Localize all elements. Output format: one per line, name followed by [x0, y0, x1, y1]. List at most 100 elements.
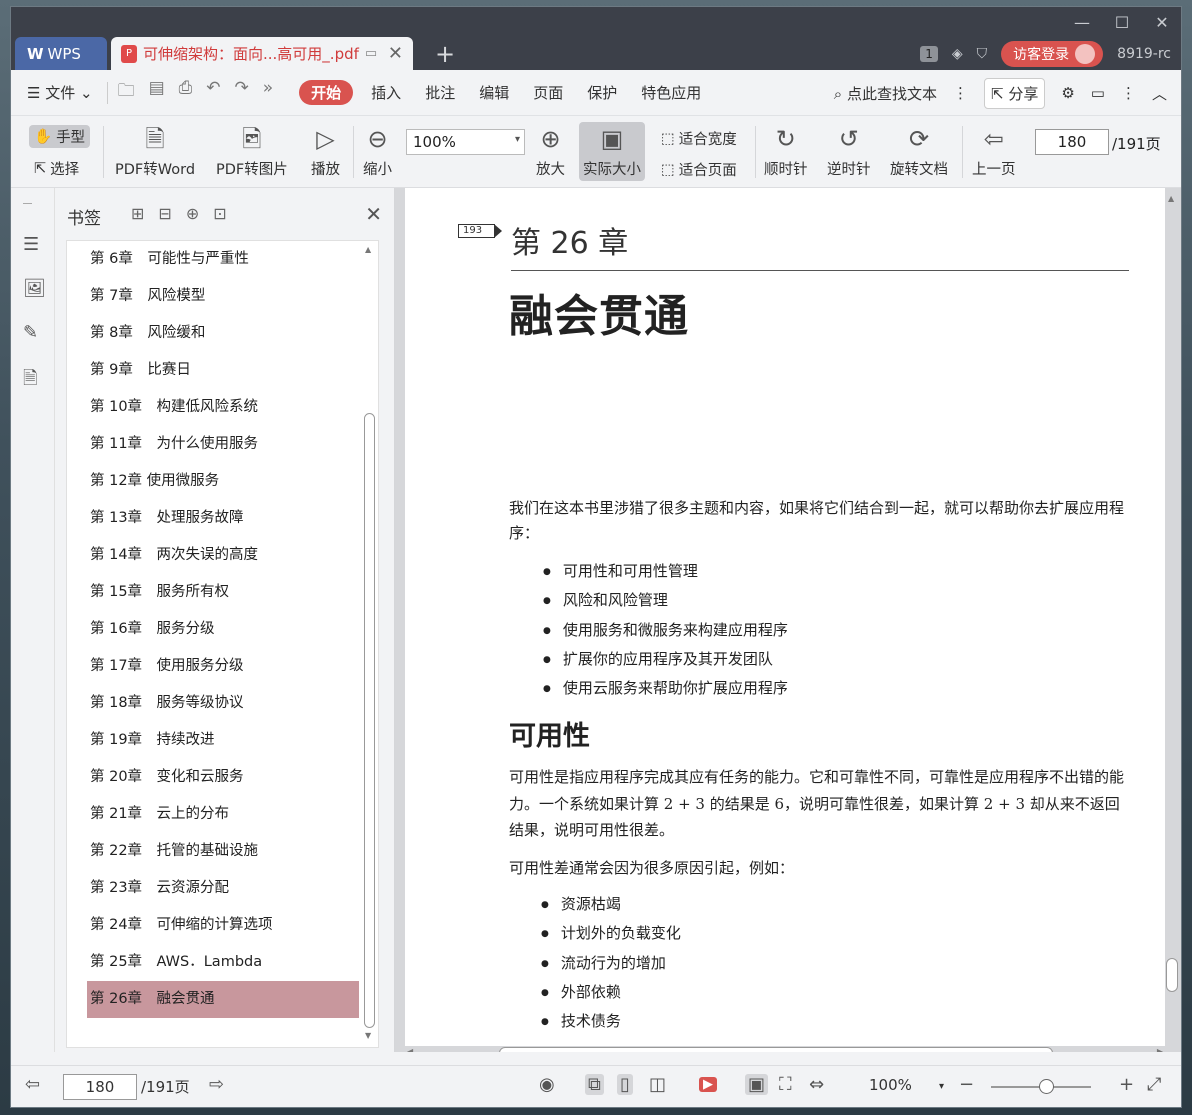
- tab-insert[interactable]: 插入: [371, 82, 401, 103]
- bookmark-scrollbar[interactable]: ▲ ▼: [362, 243, 376, 1043]
- status-zoom-value[interactable]: 100%: [869, 1076, 912, 1094]
- file-menu[interactable]: ☰ 文件 ⌄: [27, 82, 93, 103]
- zoom-out-button[interactable]: ⊖ 缩小: [363, 124, 392, 179]
- collapse-icon[interactable]: ︿: [1152, 83, 1167, 104]
- skin-icon[interactable]: ◈: [952, 46, 963, 62]
- tab-wps-home[interactable]: W WPS: [15, 37, 107, 70]
- pdf-image-panel-icon[interactable]: 🗎: [23, 366, 37, 396]
- bookmark-item[interactable]: 第 9章 比赛日: [67, 352, 378, 389]
- fit-page-button[interactable]: ⬚ 适合页面: [661, 159, 737, 180]
- bookmark-item[interactable]: 第 25章 AWS．Lambda: [67, 944, 378, 981]
- document-vscroll-thumb[interactable]: [1166, 958, 1178, 992]
- clockwise-button[interactable]: ↻ 顺时针: [764, 124, 808, 179]
- comment-icon[interactable]: ▭: [1091, 84, 1105, 102]
- fullscreen-icon[interactable]: ⤢: [1147, 1074, 1161, 1095]
- actual-size-button[interactable]: ▣ 实际大小: [579, 122, 645, 181]
- continuous-view-icon[interactable]: ⧉: [585, 1074, 604, 1095]
- bookmark-item[interactable]: 第 14章 两次失误的高度: [67, 537, 378, 574]
- doc-scroll-right-icon[interactable]: ▶: [1157, 1047, 1163, 1052]
- bookmark-item[interactable]: 第 16章 服务分级: [67, 611, 378, 648]
- open-folder-icon[interactable]: 🗀: [118, 78, 135, 107]
- bookmark-item[interactable]: 第 17章 使用服务分级: [67, 648, 378, 685]
- tab-edit[interactable]: 编辑: [479, 82, 509, 103]
- print-icon[interactable]: ⎙: [179, 78, 193, 107]
- doc-scroll-left-icon[interactable]: ◀: [407, 1047, 413, 1052]
- minimize-button[interactable]: —: [1073, 13, 1091, 32]
- collapse-all-icon[interactable]: ⊟: [158, 204, 171, 223]
- close-panel-icon[interactable]: ✕: [365, 202, 382, 226]
- zoom-slider[interactable]: [991, 1079, 1091, 1094]
- next-page-status-icon[interactable]: ⇨: [209, 1074, 224, 1095]
- bookmark-item[interactable]: 第 20章 变化和云服务: [67, 759, 378, 796]
- bookmark-item[interactable]: 第 15章 服务所有权: [67, 574, 378, 611]
- login-button[interactable]: 访客登录: [1001, 41, 1104, 67]
- tab-document[interactable]: P 可伸缩架构：面向...高可用_.pdf ▭ ✕: [111, 37, 413, 70]
- bookmark-item[interactable]: 第 18章 服务等级协议: [67, 685, 378, 722]
- bookmark-item-selected[interactable]: 第 26章 融会贯通: [87, 981, 359, 1018]
- pdf-to-image-button[interactable]: 🖻 PDF转图片: [216, 124, 288, 179]
- doc-scroll-up-icon[interactable]: ▲: [1168, 194, 1174, 203]
- tab-page[interactable]: 页面: [533, 82, 563, 103]
- settings-icon[interactable]: ⚙: [1061, 84, 1074, 102]
- hand-tool-button[interactable]: ✋ 手型: [29, 125, 91, 148]
- single-page-icon[interactable]: ▯: [617, 1074, 633, 1095]
- select-tool-button[interactable]: ⇱ 选择: [34, 158, 79, 179]
- pdf-to-word-button[interactable]: 🗎 PDF转Word: [115, 124, 195, 179]
- bookmark-item[interactable]: 第 6章 可能性与严重性: [67, 241, 378, 278]
- status-page-input[interactable]: 180: [63, 1074, 137, 1100]
- bookmark-item[interactable]: 第 13章 处理服务故障: [67, 500, 378, 537]
- bookmark-icon[interactable]: ⊡: [213, 204, 226, 223]
- bookmark-scroll-thumb[interactable]: [364, 413, 375, 1028]
- prev-page-button[interactable]: ⇦ 上一页: [972, 124, 1016, 179]
- rotate-doc-button[interactable]: ⟳ 旋转文档: [890, 124, 948, 179]
- kebab-icon[interactable]: ⋮: [953, 84, 968, 102]
- zoom-dropdown-icon[interactable]: ▾: [939, 1081, 944, 1092]
- new-tab-button[interactable]: +: [435, 40, 455, 68]
- shirt-icon[interactable]: ⛉: [977, 46, 988, 62]
- actual-size-status-icon[interactable]: ▣: [745, 1074, 769, 1095]
- slideshow-icon[interactable]: ▶: [699, 1077, 717, 1092]
- document-hscroll-thumb[interactable]: [499, 1047, 1053, 1052]
- undo-icon[interactable]: ↶: [206, 78, 220, 107]
- window-count-badge[interactable]: 1: [920, 46, 938, 62]
- search-box[interactable]: ⌕ 点此查找文本: [834, 83, 937, 104]
- close-window-button[interactable]: ✕: [1153, 13, 1171, 32]
- more-icon[interactable]: »: [263, 78, 273, 107]
- add-bookmark-icon[interactable]: ⊕: [186, 204, 199, 223]
- zoom-slider-knob[interactable]: [1039, 1079, 1054, 1094]
- outline-icon[interactable]: ☰: [23, 234, 39, 255]
- annotation-icon[interactable]: ✎: [23, 322, 38, 343]
- tab-protect[interactable]: 保护: [587, 82, 617, 103]
- tab-special[interactable]: 特色应用: [641, 82, 701, 103]
- counterclockwise-button[interactable]: ↺ 逆时针: [827, 124, 871, 179]
- save-icon[interactable]: ▤: [149, 78, 165, 107]
- share-button[interactable]: ⇱ 分享: [983, 77, 1046, 109]
- zoom-minus-icon[interactable]: −: [959, 1074, 974, 1095]
- tab-close-icon[interactable]: ✕: [388, 43, 403, 64]
- tab-start[interactable]: 开始: [299, 80, 354, 105]
- page-number-input[interactable]: 180: [1035, 129, 1109, 155]
- bookmark-item[interactable]: 第 8章 风险缓和: [67, 315, 378, 352]
- thumbnail-icon[interactable]: 🖼: [23, 278, 46, 299]
- redo-icon[interactable]: ↷: [235, 78, 249, 107]
- bookmark-item[interactable]: 第 23章 云资源分配: [67, 870, 378, 907]
- prev-page-status-icon[interactable]: ⇦: [25, 1074, 40, 1095]
- zoom-in-button[interactable]: ⊕ 放大: [536, 124, 565, 179]
- document-horizontal-scrollbar[interactable]: ◀ ▶: [405, 1046, 1165, 1052]
- eye-icon[interactable]: ◉: [539, 1074, 555, 1095]
- bookmark-item[interactable]: 第 22章 托管的基础设施: [67, 833, 378, 870]
- tab-annotate[interactable]: 批注: [425, 82, 455, 103]
- more-vertical-icon[interactable]: ⋮: [1121, 84, 1136, 102]
- bookmark-item[interactable]: 第 10章 构建低风险系统: [67, 389, 378, 426]
- maximize-button[interactable]: ☐: [1113, 13, 1131, 32]
- screen-icon[interactable]: ▭: [365, 46, 377, 61]
- bookmark-item[interactable]: 第 24章 可伸缩的计算选项: [67, 907, 378, 944]
- expand-all-icon[interactable]: ⊞: [131, 204, 144, 223]
- bookmark-item[interactable]: 第 12章 使用微服务: [67, 463, 378, 500]
- bookmark-item[interactable]: 第 11章 为什么使用服务: [67, 426, 378, 463]
- play-button[interactable]: ▷ 播放: [311, 124, 340, 179]
- bookmark-item[interactable]: 第 7章 风险模型: [67, 278, 378, 315]
- document-vertical-scrollbar[interactable]: ▲: [1165, 188, 1179, 1046]
- scroll-down-icon[interactable]: ▼: [365, 1031, 371, 1040]
- fit-width-status-icon[interactable]: ⇔: [809, 1074, 824, 1095]
